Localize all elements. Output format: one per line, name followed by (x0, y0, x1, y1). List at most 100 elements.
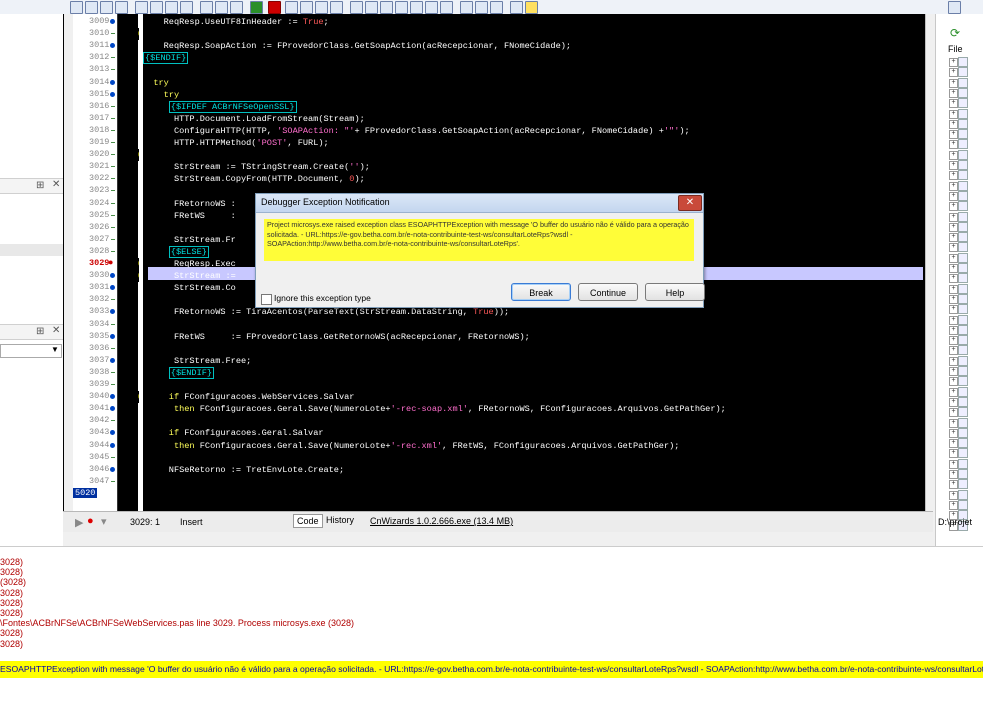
code-line[interactable]: try (143, 77, 925, 89)
wizard-5-icon[interactable] (410, 1, 423, 14)
trace-line-icon[interactable] (315, 1, 328, 14)
view-form-icon[interactable] (230, 1, 243, 14)
executable-line-icon[interactable] (110, 91, 115, 97)
tree-expand-icon[interactable]: + (949, 202, 958, 212)
code-line[interactable]: if FConfiguracoes.WebServices.Salvar (143, 391, 925, 403)
executable-line-icon[interactable] (110, 430, 115, 436)
log-line[interactable]: 3028) (0, 628, 23, 638)
tree-expand-icon[interactable]: + (949, 500, 958, 510)
tree-expand-icon[interactable]: + (949, 459, 958, 469)
tree-expand-icon[interactable]: + (949, 243, 958, 253)
remove-file-icon[interactable] (165, 1, 178, 14)
code-line[interactable]: {$ENDIF} (143, 52, 925, 65)
tree-expand-icon[interactable]: + (949, 490, 958, 500)
wizard-1-icon[interactable] (350, 1, 363, 14)
executable-line-icon[interactable] (110, 466, 115, 472)
tab-code[interactable]: Code (293, 514, 323, 528)
layout-icon[interactable] (948, 1, 961, 14)
breakpoint-icon[interactable]: ● (87, 515, 94, 527)
wizard-3-icon[interactable] (380, 1, 393, 14)
tree-expand-icon[interactable]: + (949, 109, 958, 119)
tree-expand-icon[interactable]: + (949, 233, 958, 243)
chevron-down-icon[interactable]: ▾ (101, 515, 107, 528)
tree-expand-icon[interactable]: + (949, 387, 958, 397)
continue-button[interactable]: Continue (578, 283, 638, 301)
code-line[interactable] (143, 149, 925, 161)
code-line[interactable]: {$IFDEF ACBrNFSeOpenSSL} (143, 100, 925, 113)
code-line[interactable]: FRetWS := FProvedorClass.GetRetornoWS(ac… (143, 331, 925, 343)
code-line[interactable]: if FConfiguracoes.Geral.Salvar (143, 427, 925, 439)
tree-expand-icon[interactable]: + (949, 428, 958, 438)
tree-expand-icon[interactable]: + (949, 408, 958, 418)
code-line[interactable] (143, 452, 925, 464)
log-line[interactable]: 3028) (0, 608, 23, 618)
executable-line-icon[interactable] (110, 43, 115, 49)
wizard-9-icon[interactable] (475, 1, 488, 14)
tree-expand-icon[interactable]: + (949, 356, 958, 366)
code-line[interactable]: StrStream.CopyFrom(HTTP.Document, 0); (143, 173, 925, 185)
run-to-cursor-icon[interactable] (330, 1, 343, 14)
executable-line-icon[interactable] (110, 273, 115, 279)
code-line[interactable] (143, 64, 925, 76)
refresh-icon[interactable]: ⟳ (950, 26, 960, 40)
executable-line-icon[interactable] (110, 79, 115, 85)
tree-expand-icon[interactable]: + (949, 274, 958, 284)
tree-expand-icon[interactable]: + (949, 222, 958, 232)
executable-line-icon[interactable] (110, 357, 115, 363)
tree-expand-icon[interactable]: + (949, 377, 958, 387)
tree-expand-icon[interactable]: + (949, 439, 958, 449)
ignore-exception-checkbox[interactable] (261, 294, 272, 305)
tree-expand-icon[interactable]: + (949, 161, 958, 170)
code-line[interactable] (143, 476, 925, 488)
close-icon[interactable]: ✕ (678, 195, 702, 211)
wizard-10-icon[interactable] (490, 1, 503, 14)
log-line[interactable]: 3028) (0, 567, 23, 577)
view-unit-icon[interactable] (215, 1, 228, 14)
tree-expand-icon[interactable]: + (949, 212, 958, 222)
code-line[interactable]: StrStream := TStringStream.Create(''); (143, 161, 925, 173)
code-line[interactable]: then FConfiguracoes.Geral.Save(NumeroLot… (143, 403, 925, 415)
code-line[interactable]: HTTP.HTTPMethod('POST', FURL); (143, 137, 925, 149)
step-over-icon[interactable] (285, 1, 298, 14)
tip-icon[interactable] (525, 1, 538, 14)
code-line[interactable]: StrStream.Free; (143, 355, 925, 367)
new-form-icon[interactable] (200, 1, 213, 14)
wizard-7-icon[interactable] (440, 1, 453, 14)
tree-expand-icon[interactable]: + (949, 264, 958, 273)
log-line[interactable]: (3028) (0, 577, 26, 587)
object-selector-dropdown[interactable]: ▼ (0, 344, 62, 358)
tree-expand-icon[interactable]: + (949, 284, 958, 294)
save-icon[interactable] (100, 1, 113, 14)
tree-expand-icon[interactable]: + (949, 68, 958, 78)
wizard-6-icon[interactable] (425, 1, 438, 14)
left-tree-row[interactable] (0, 244, 63, 256)
code-line[interactable]: then FConfiguracoes.Geral.Save(NumeroLot… (143, 440, 925, 452)
tree-expand-icon[interactable]: + (949, 181, 958, 191)
tree-expand-icon[interactable]: + (949, 449, 958, 459)
tree-expand-icon[interactable]: + (949, 150, 958, 160)
new-icon[interactable] (70, 1, 83, 14)
wizard-4-icon[interactable] (395, 1, 408, 14)
tree-expand-icon[interactable]: + (949, 253, 958, 263)
tree-expand-icon[interactable]: + (949, 470, 958, 479)
tree-expand-icon[interactable]: + (949, 294, 958, 304)
tree-expand-icon[interactable]: + (949, 88, 958, 98)
log-line[interactable]: 3028) (0, 639, 23, 649)
tree-expand-icon[interactable]: + (949, 78, 958, 88)
log-line[interactable]: 3028) (0, 598, 23, 608)
tree-expand-icon[interactable]: + (949, 99, 958, 109)
tree-expand-icon[interactable]: + (949, 191, 958, 201)
tree-expand-icon[interactable]: + (949, 325, 958, 335)
code-line[interactable]: ReqResp.SoapAction := FProvedorClass.Get… (143, 40, 925, 52)
tree-expand-icon[interactable]: + (949, 480, 958, 490)
editor-left-scrollbar[interactable] (64, 14, 73, 511)
play-icon[interactable]: ▶ (75, 516, 83, 529)
code-line[interactable] (143, 343, 925, 355)
code-line[interactable]: ReqResp.UseUTF8InHeader := True; (143, 16, 925, 28)
run-icon[interactable] (250, 1, 263, 14)
code-line[interactable] (143, 28, 925, 40)
code-line[interactable]: try (143, 89, 925, 101)
tree-expand-icon[interactable]: + (949, 119, 958, 129)
tree-expand-icon[interactable]: + (949, 58, 958, 67)
toggle-form-icon[interactable] (180, 1, 193, 14)
